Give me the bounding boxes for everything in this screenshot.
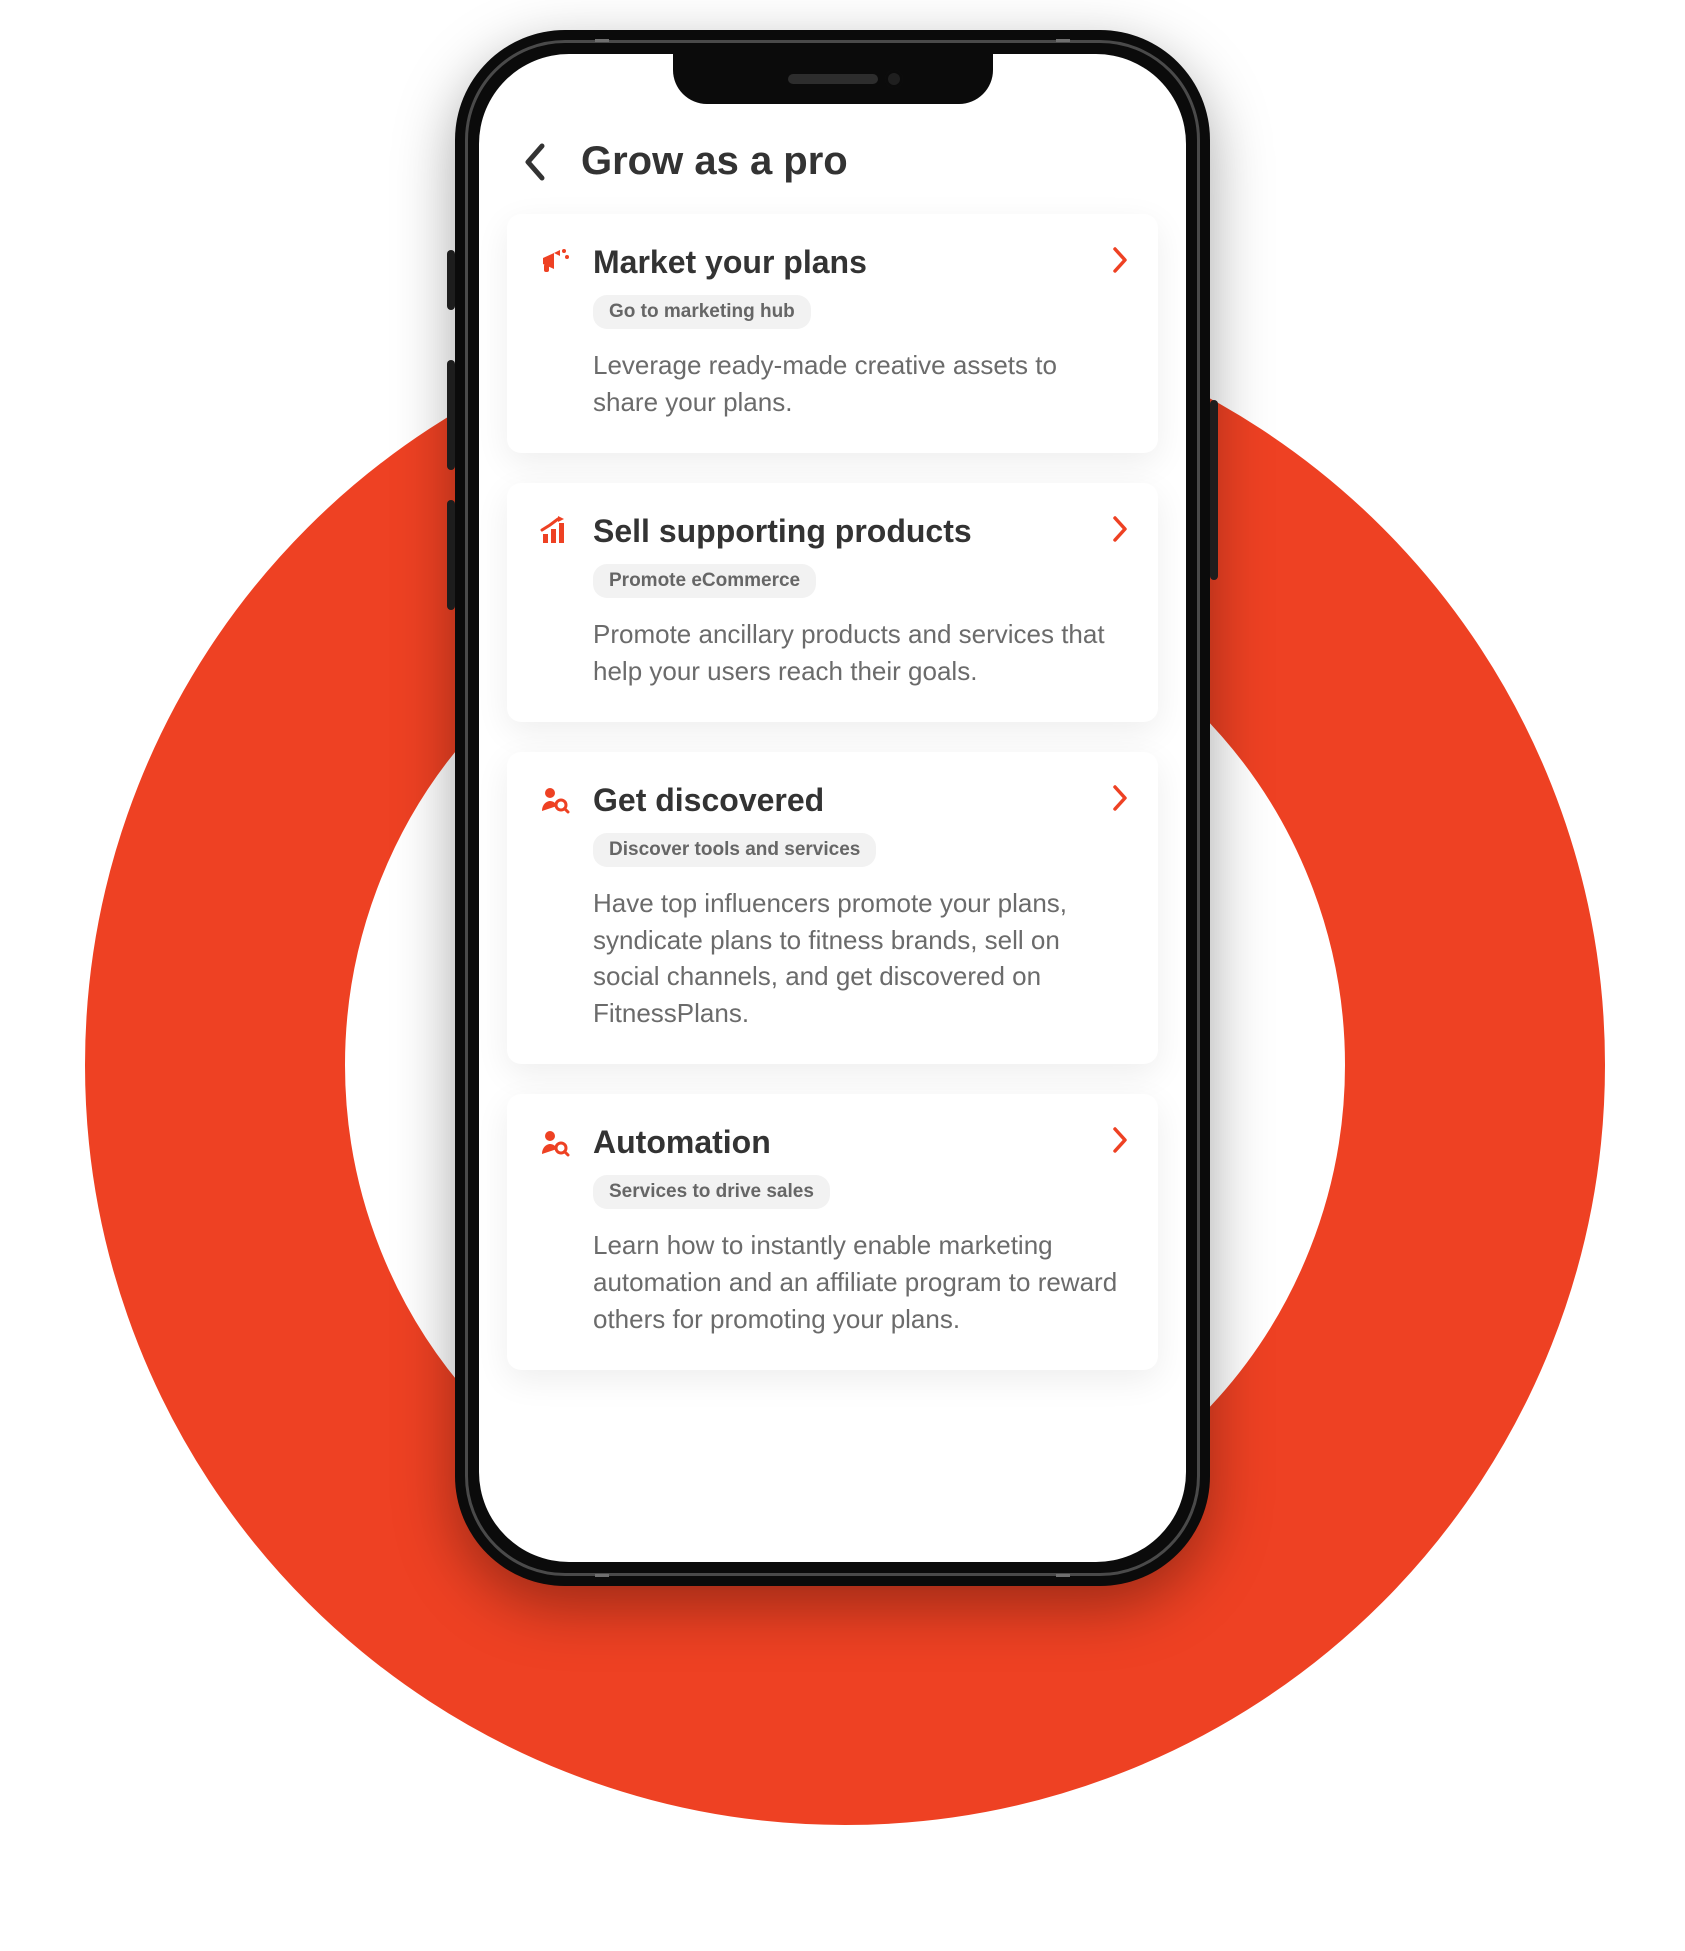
card-market-your-plans[interactable]: Market your plans Go to marketing hub Le… (507, 214, 1158, 453)
card-title: Get discovered (593, 782, 1092, 819)
megaphone-icon (537, 245, 573, 281)
antenna-band (595, 39, 609, 42)
card-get-discovered[interactable]: Get discovered Discover tools and servic… (507, 752, 1158, 1065)
card-chip: Services to drive sales (593, 1175, 830, 1209)
card-sell-products[interactable]: Sell supporting products Promote eCommer… (507, 483, 1158, 722)
person-search-icon (537, 782, 573, 818)
card-title: Market your plans (593, 244, 1092, 281)
phone-camera (885, 70, 903, 88)
bar-chart-icon (537, 513, 573, 549)
app-root: Grow as a pro (479, 54, 1186, 1562)
chevron-right-icon (1112, 246, 1128, 279)
card-title: Automation (593, 1124, 1092, 1161)
card-description: Have top influencers promote your plans,… (593, 885, 1128, 1033)
phone-speaker (788, 74, 878, 84)
antenna-band (1056, 1574, 1070, 1577)
card-description: Promote ancillary products and services … (593, 616, 1128, 690)
card-header: Market your plans (537, 244, 1128, 281)
person-search-icon (537, 1125, 573, 1161)
power-button (1210, 400, 1218, 580)
card-header: Get discovered (537, 782, 1128, 819)
card-automation[interactable]: Automation Services to drive sales Learn… (507, 1094, 1158, 1370)
card-description: Leverage ready-made creative assets to s… (593, 347, 1128, 421)
card-list: Market your plans Go to marketing hub Le… (479, 214, 1186, 1562)
volume-up-button (447, 360, 455, 470)
card-title: Sell supporting products (593, 513, 1092, 550)
card-header: Automation (537, 1124, 1128, 1161)
back-button[interactable] (515, 142, 555, 182)
phone-frame: Grow as a pro (455, 30, 1210, 1586)
silence-switch (447, 250, 455, 310)
phone-screen: Grow as a pro (479, 54, 1186, 1562)
page-title: Grow as a pro (581, 139, 848, 184)
card-description: Learn how to instantly enable marketing … (593, 1227, 1128, 1338)
card-chip: Discover tools and services (593, 833, 876, 867)
chevron-right-icon (1112, 515, 1128, 548)
chevron-right-icon (1112, 1126, 1128, 1159)
chevron-left-icon (522, 142, 548, 182)
antenna-band (1056, 39, 1070, 42)
antenna-band (595, 1574, 609, 1577)
volume-down-button (447, 500, 455, 610)
chevron-right-icon (1112, 784, 1128, 817)
card-header: Sell supporting products (537, 513, 1128, 550)
phone-notch (673, 54, 993, 104)
app-header: Grow as a pro (479, 139, 1186, 214)
card-chip: Promote eCommerce (593, 564, 816, 598)
card-chip: Go to marketing hub (593, 295, 811, 329)
